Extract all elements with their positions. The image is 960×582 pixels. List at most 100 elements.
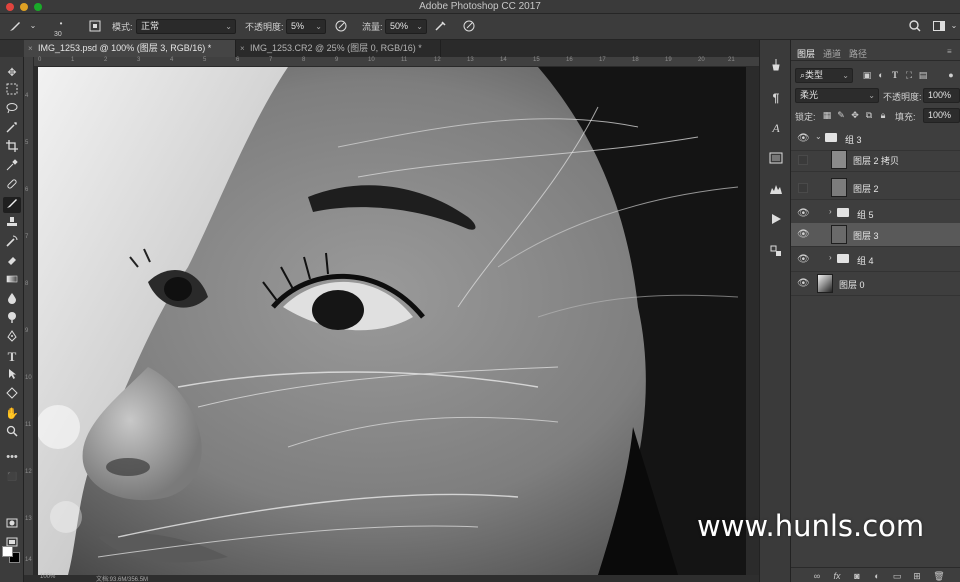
- eye-icon[interactable]: 👁︎: [797, 133, 810, 145]
- lock-transparent-icon[interactable]: ▦: [821, 109, 833, 121]
- eraser-tool-icon[interactable]: [3, 254, 21, 270]
- document-size[interactable]: 文档:93.6M/356.5M: [96, 574, 148, 582]
- visibility-off-box[interactable]: [798, 183, 808, 193]
- new-group-icon[interactable]: ▭: [891, 570, 903, 582]
- layer-style-icon[interactable]: fx: [831, 570, 843, 582]
- eye-icon[interactable]: 👁︎: [797, 229, 810, 241]
- gradient-tool-icon[interactable]: [3, 273, 21, 289]
- panel-menu-icon[interactable]: ≡: [947, 47, 952, 56]
- character-icon[interactable]: A: [768, 120, 784, 136]
- pen-tool-icon[interactable]: [3, 330, 21, 346]
- magic-wand-tool-icon[interactable]: [3, 121, 21, 137]
- blend-mode-select[interactable]: 正常 ⌄: [136, 19, 236, 34]
- lock-image-icon[interactable]: ✎: [835, 109, 847, 121]
- airbrush-icon[interactable]: [434, 19, 448, 33]
- add-mask-icon[interactable]: ◙: [851, 570, 863, 582]
- layer-row-layer-2[interactable]: 图层 2: [791, 176, 960, 200]
- hand-tool-icon[interactable]: ✋: [3, 406, 21, 422]
- tab-layers[interactable]: 图层: [797, 47, 815, 60]
- lock-fill-row: 锁定: ▦ ✎ ✥ ⧉ 🔒︎ 填充: 100%: [795, 108, 960, 124]
- foreground-color-swatch[interactable]: [2, 546, 13, 557]
- fill-input[interactable]: 100%: [923, 108, 960, 123]
- tab-paths[interactable]: 路径: [849, 47, 867, 60]
- history-icon[interactable]: [768, 244, 784, 260]
- flow-input[interactable]: 50% ⌄: [385, 19, 427, 34]
- lasso-tool-icon[interactable]: [3, 102, 21, 118]
- layer-row-layer-0[interactable]: 👁︎ 图层 0: [791, 272, 960, 296]
- visibility-off-box[interactable]: [798, 155, 808, 165]
- workspace-icon[interactable]: [932, 19, 946, 33]
- shape-tool-icon[interactable]: [3, 387, 21, 403]
- more-tools-icon[interactable]: •••: [3, 449, 21, 465]
- chevron-down-icon[interactable]: ⌄: [947, 19, 960, 33]
- filter-adjustment-icon[interactable]: ◐: [875, 69, 887, 81]
- search-icon[interactable]: [908, 19, 922, 33]
- brush-tool-preset-icon[interactable]: [8, 19, 22, 33]
- layer-name: 组 4: [857, 256, 874, 266]
- brush-panel-icon[interactable]: [88, 19, 102, 33]
- glyphs-icon[interactable]: [768, 151, 784, 167]
- filter-toggle-icon[interactable]: ●: [945, 69, 957, 81]
- paragraph-icon[interactable]: ¶: [768, 90, 784, 106]
- path-selection-tool-icon[interactable]: [3, 368, 21, 384]
- ruler-tick-label: 13: [25, 516, 32, 522]
- layer-blend-mode-select[interactable]: 柔光 ⌄: [795, 88, 879, 103]
- ruler-tick-label: 16: [566, 57, 573, 63]
- expand-chevron-icon[interactable]: ⌄: [815, 132, 822, 141]
- eye-icon[interactable]: 👁︎: [797, 254, 810, 266]
- tool-presets-icon[interactable]: [768, 58, 784, 74]
- blur-tool-icon[interactable]: [3, 292, 21, 308]
- history-brush-tool-icon[interactable]: [3, 235, 21, 251]
- layer-row-layer-3[interactable]: 👁︎ 图层 3: [791, 223, 960, 247]
- layer-opacity-input[interactable]: 100%: [923, 88, 960, 103]
- collapse-chevron-icon[interactable]: ›: [829, 253, 832, 262]
- move-tool-icon[interactable]: ✥: [3, 65, 21, 81]
- tab-img-1253-cr2[interactable]: × IMG_1253.CR2 @ 25% (图层 0, RGB/16) *: [236, 40, 441, 57]
- eye-icon[interactable]: 👁︎: [797, 278, 810, 290]
- pressure-opacity-icon[interactable]: [334, 19, 348, 33]
- lock-all-icon[interactable]: 🔒︎: [877, 109, 889, 121]
- filter-shape-icon[interactable]: ⛶: [903, 69, 915, 81]
- link-layers-icon[interactable]: ∞: [811, 570, 823, 582]
- layer-filter-select[interactable]: ⌕类型 ⌄: [795, 68, 853, 83]
- document-canvas[interactable]: [34, 67, 788, 575]
- close-tab-icon[interactable]: ×: [240, 40, 245, 57]
- filter-smart-object-icon[interactable]: ▤: [917, 69, 929, 81]
- portrait-photo[interactable]: [38, 67, 746, 575]
- adjustment-layer-icon[interactable]: ◐: [871, 570, 883, 582]
- lock-position-icon[interactable]: ✥: [849, 109, 861, 121]
- filter-pixel-icon[interactable]: ▣: [861, 69, 873, 81]
- folder-icon: [837, 208, 849, 217]
- histogram-icon[interactable]: [768, 182, 784, 198]
- dodge-tool-icon[interactable]: [3, 311, 21, 327]
- opacity-input[interactable]: 5% ⌄: [286, 19, 326, 34]
- tab-img-1253-psd[interactable]: × IMG_1253.psd @ 100% (图层 3, RGB/16) *: [24, 40, 236, 57]
- layer-row-layer-2-copy[interactable]: 图层 2 拷贝: [791, 148, 960, 172]
- marquee-tool-icon[interactable]: [3, 83, 21, 99]
- chevron-down-icon[interactable]: ⌄: [26, 19, 40, 33]
- brush-tool-icon[interactable]: [3, 197, 21, 213]
- eye-icon[interactable]: 👁︎: [797, 208, 810, 220]
- zoom-level[interactable]: 100%: [40, 574, 55, 580]
- crop-tool-icon[interactable]: [3, 140, 21, 156]
- ruler-tick-label: 0: [38, 57, 42, 63]
- layer-row-group-4[interactable]: 👁︎ › 组 4: [791, 248, 960, 272]
- quick-mask-icon[interactable]: [3, 517, 21, 533]
- close-tab-icon[interactable]: ×: [28, 40, 33, 57]
- type-tool-icon[interactable]: T: [3, 349, 21, 365]
- clone-stamp-tool-icon[interactable]: [3, 216, 21, 232]
- eyedropper-tool-icon[interactable]: [3, 159, 21, 175]
- delete-layer-icon[interactable]: 🗑︎: [933, 570, 945, 582]
- lock-artboard-icon[interactable]: ⧉: [863, 109, 875, 121]
- default-colors-icon[interactable]: ⬛: [3, 469, 21, 485]
- zoom-tool-icon[interactable]: [3, 425, 21, 441]
- filter-type-icon[interactable]: T: [889, 69, 901, 81]
- new-layer-icon[interactable]: ⊞: [911, 570, 923, 582]
- healing-brush-tool-icon[interactable]: [3, 178, 21, 194]
- tab-channels[interactable]: 通道: [823, 47, 841, 60]
- actions-play-icon[interactable]: [768, 212, 784, 228]
- collapse-chevron-icon[interactable]: ›: [829, 207, 832, 216]
- tab-label: IMG_1253.CR2 @ 25% (图层 0, RGB/16) *: [250, 43, 422, 53]
- app-title: Adobe Photoshop CC 2017: [419, 1, 541, 12]
- pressure-size-icon[interactable]: [462, 19, 476, 33]
